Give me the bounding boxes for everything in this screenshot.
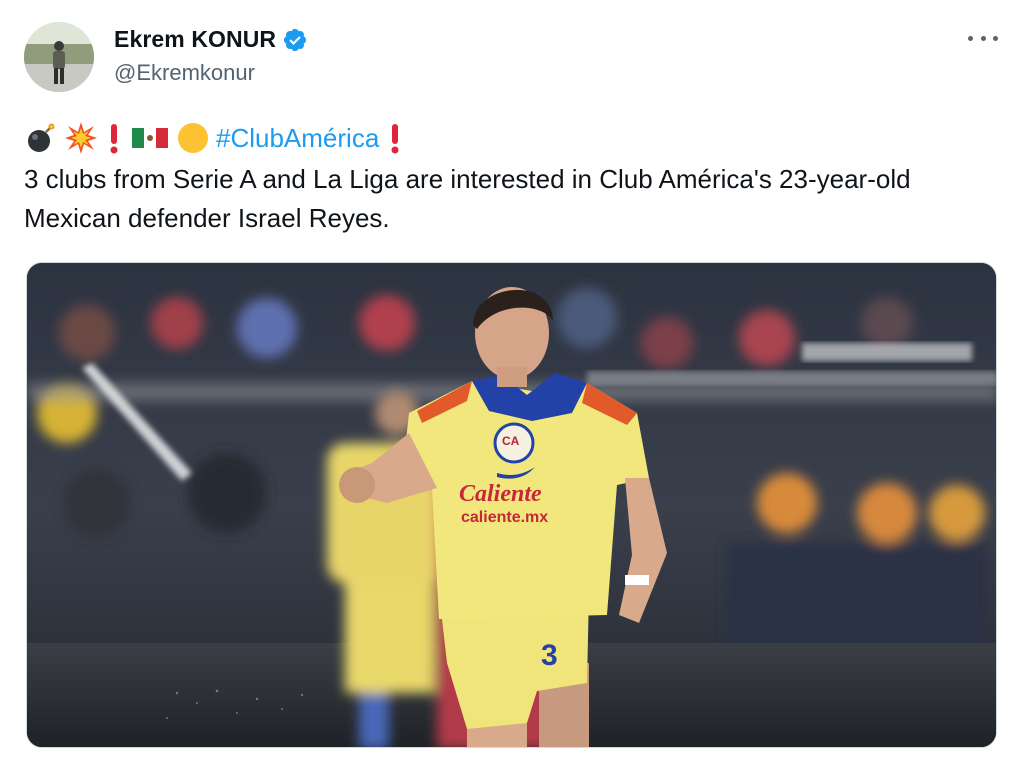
jersey-sponsor-url: caliente.mx xyxy=(461,509,549,526)
exclamation-icon xyxy=(385,121,405,155)
dot-icon xyxy=(968,35,973,41)
tweet-card: Ekrem KONUR @Ekremkonur #ClubAmérica 3 c… xyxy=(0,0,1024,759)
tweet-media-image[interactable]: CA Caliente caliente.mx 3 xyxy=(26,262,997,748)
exclamation-icon xyxy=(104,121,124,155)
author-display-name[interactable]: Ekrem KONUR xyxy=(114,26,276,53)
avatar[interactable] xyxy=(24,22,94,92)
crest-text: CA xyxy=(502,434,520,448)
verified-badge-icon xyxy=(282,27,308,53)
mexico-flag-icon xyxy=(130,121,170,155)
tweet-emoji-line: #ClubAmérica xyxy=(24,118,405,158)
jersey-sponsor: Caliente xyxy=(459,481,542,507)
dot-icon xyxy=(993,35,998,41)
author-name-row[interactable]: Ekrem KONUR xyxy=(114,26,308,53)
collision-icon xyxy=(64,121,98,155)
tweet-text: 3 clubs from Serie A and La Liga are int… xyxy=(24,164,911,233)
bomb-icon xyxy=(24,121,58,155)
shirt-number: 3 xyxy=(541,639,558,672)
author-handle[interactable]: @Ekremkonur xyxy=(114,60,255,86)
hashtag-link[interactable]: #ClubAmérica xyxy=(216,123,379,154)
more-options-button[interactable] xyxy=(968,26,998,50)
dot-icon xyxy=(980,35,986,41)
yellow-circle-icon xyxy=(176,121,210,155)
